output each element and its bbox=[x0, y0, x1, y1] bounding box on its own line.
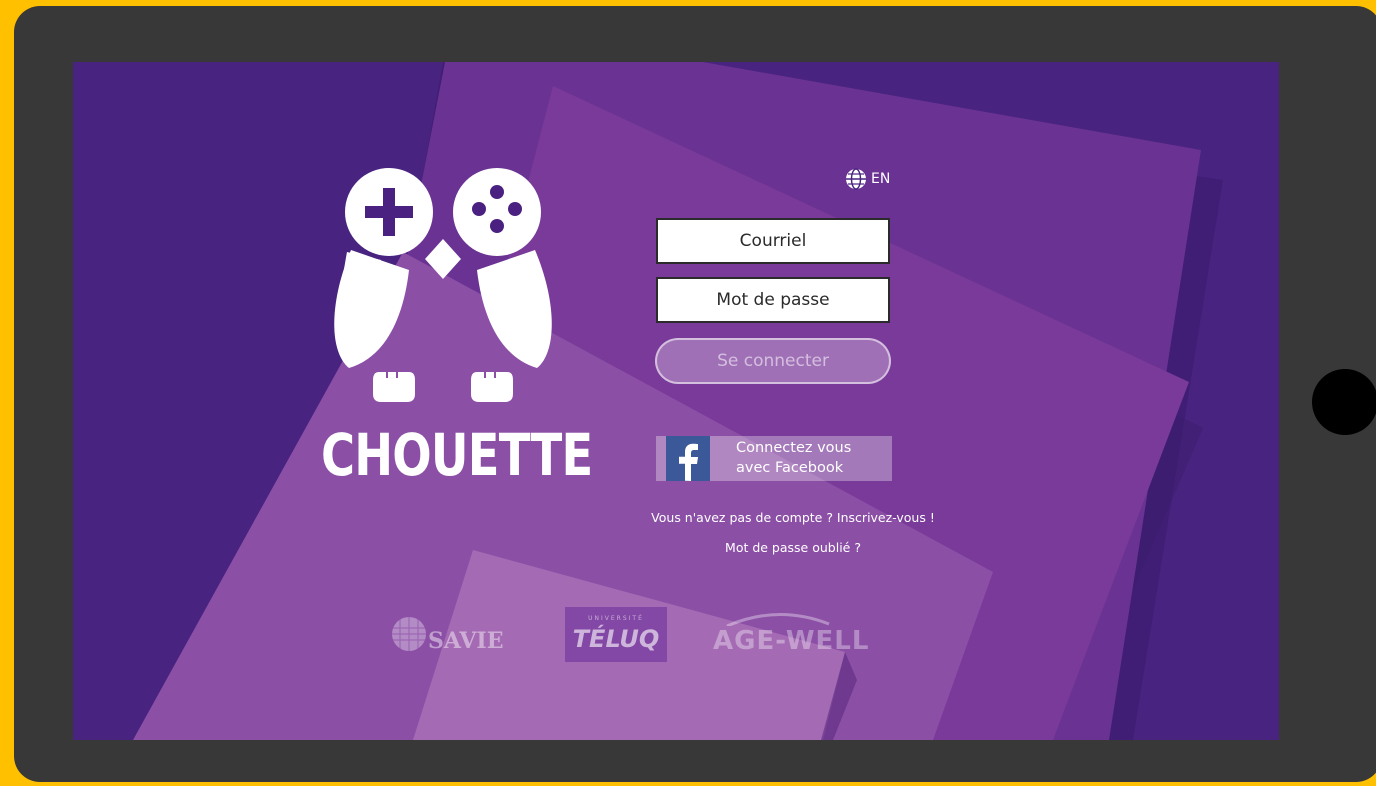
connect-label: Se connecter bbox=[717, 351, 829, 371]
language-label: EN bbox=[871, 171, 891, 187]
background-shapes bbox=[133, 62, 1223, 740]
teluq-subtitle: UNIVERSITÉ bbox=[588, 615, 644, 622]
password-field[interactable]: Mot de passe bbox=[656, 277, 890, 323]
forgot-password-link[interactable]: Mot de passe oublié ? bbox=[593, 540, 993, 555]
app-screen: CHOUETTE EN Courriel Mot de passe Se con… bbox=[73, 62, 1279, 740]
language-switcher[interactable]: EN bbox=[845, 168, 890, 190]
facebook-label: Connectez vous avec Facebook bbox=[736, 440, 852, 476]
facebook-login-button[interactable]: Connectez vous avec Facebook bbox=[656, 436, 892, 481]
savie-logo-text: SAVIE bbox=[428, 628, 504, 654]
password-placeholder: Mot de passe bbox=[716, 290, 830, 310]
tablet-home-button[interactable] bbox=[1312, 369, 1376, 435]
brand-title: CHOUETTE bbox=[321, 421, 593, 489]
facebook-icon bbox=[666, 436, 710, 481]
teluq-title: TÉLUQ bbox=[572, 625, 660, 653]
email-placeholder: Courriel bbox=[739, 231, 807, 251]
owl-gamepad-logo bbox=[334, 168, 552, 402]
signup-link[interactable]: Vous n'avez pas de compte ? Inscrivez-vo… bbox=[593, 510, 993, 525]
email-field[interactable]: Courriel bbox=[656, 218, 890, 264]
savie-globe-logo bbox=[392, 617, 426, 651]
agewell-logo: AGE-WELL bbox=[713, 626, 870, 656]
teluq-logo: UNIVERSITÉ TÉLUQ bbox=[565, 607, 667, 662]
agewell-arc bbox=[726, 612, 830, 626]
connect-button[interactable]: Se connecter bbox=[655, 338, 891, 384]
globe-icon bbox=[846, 168, 866, 190]
